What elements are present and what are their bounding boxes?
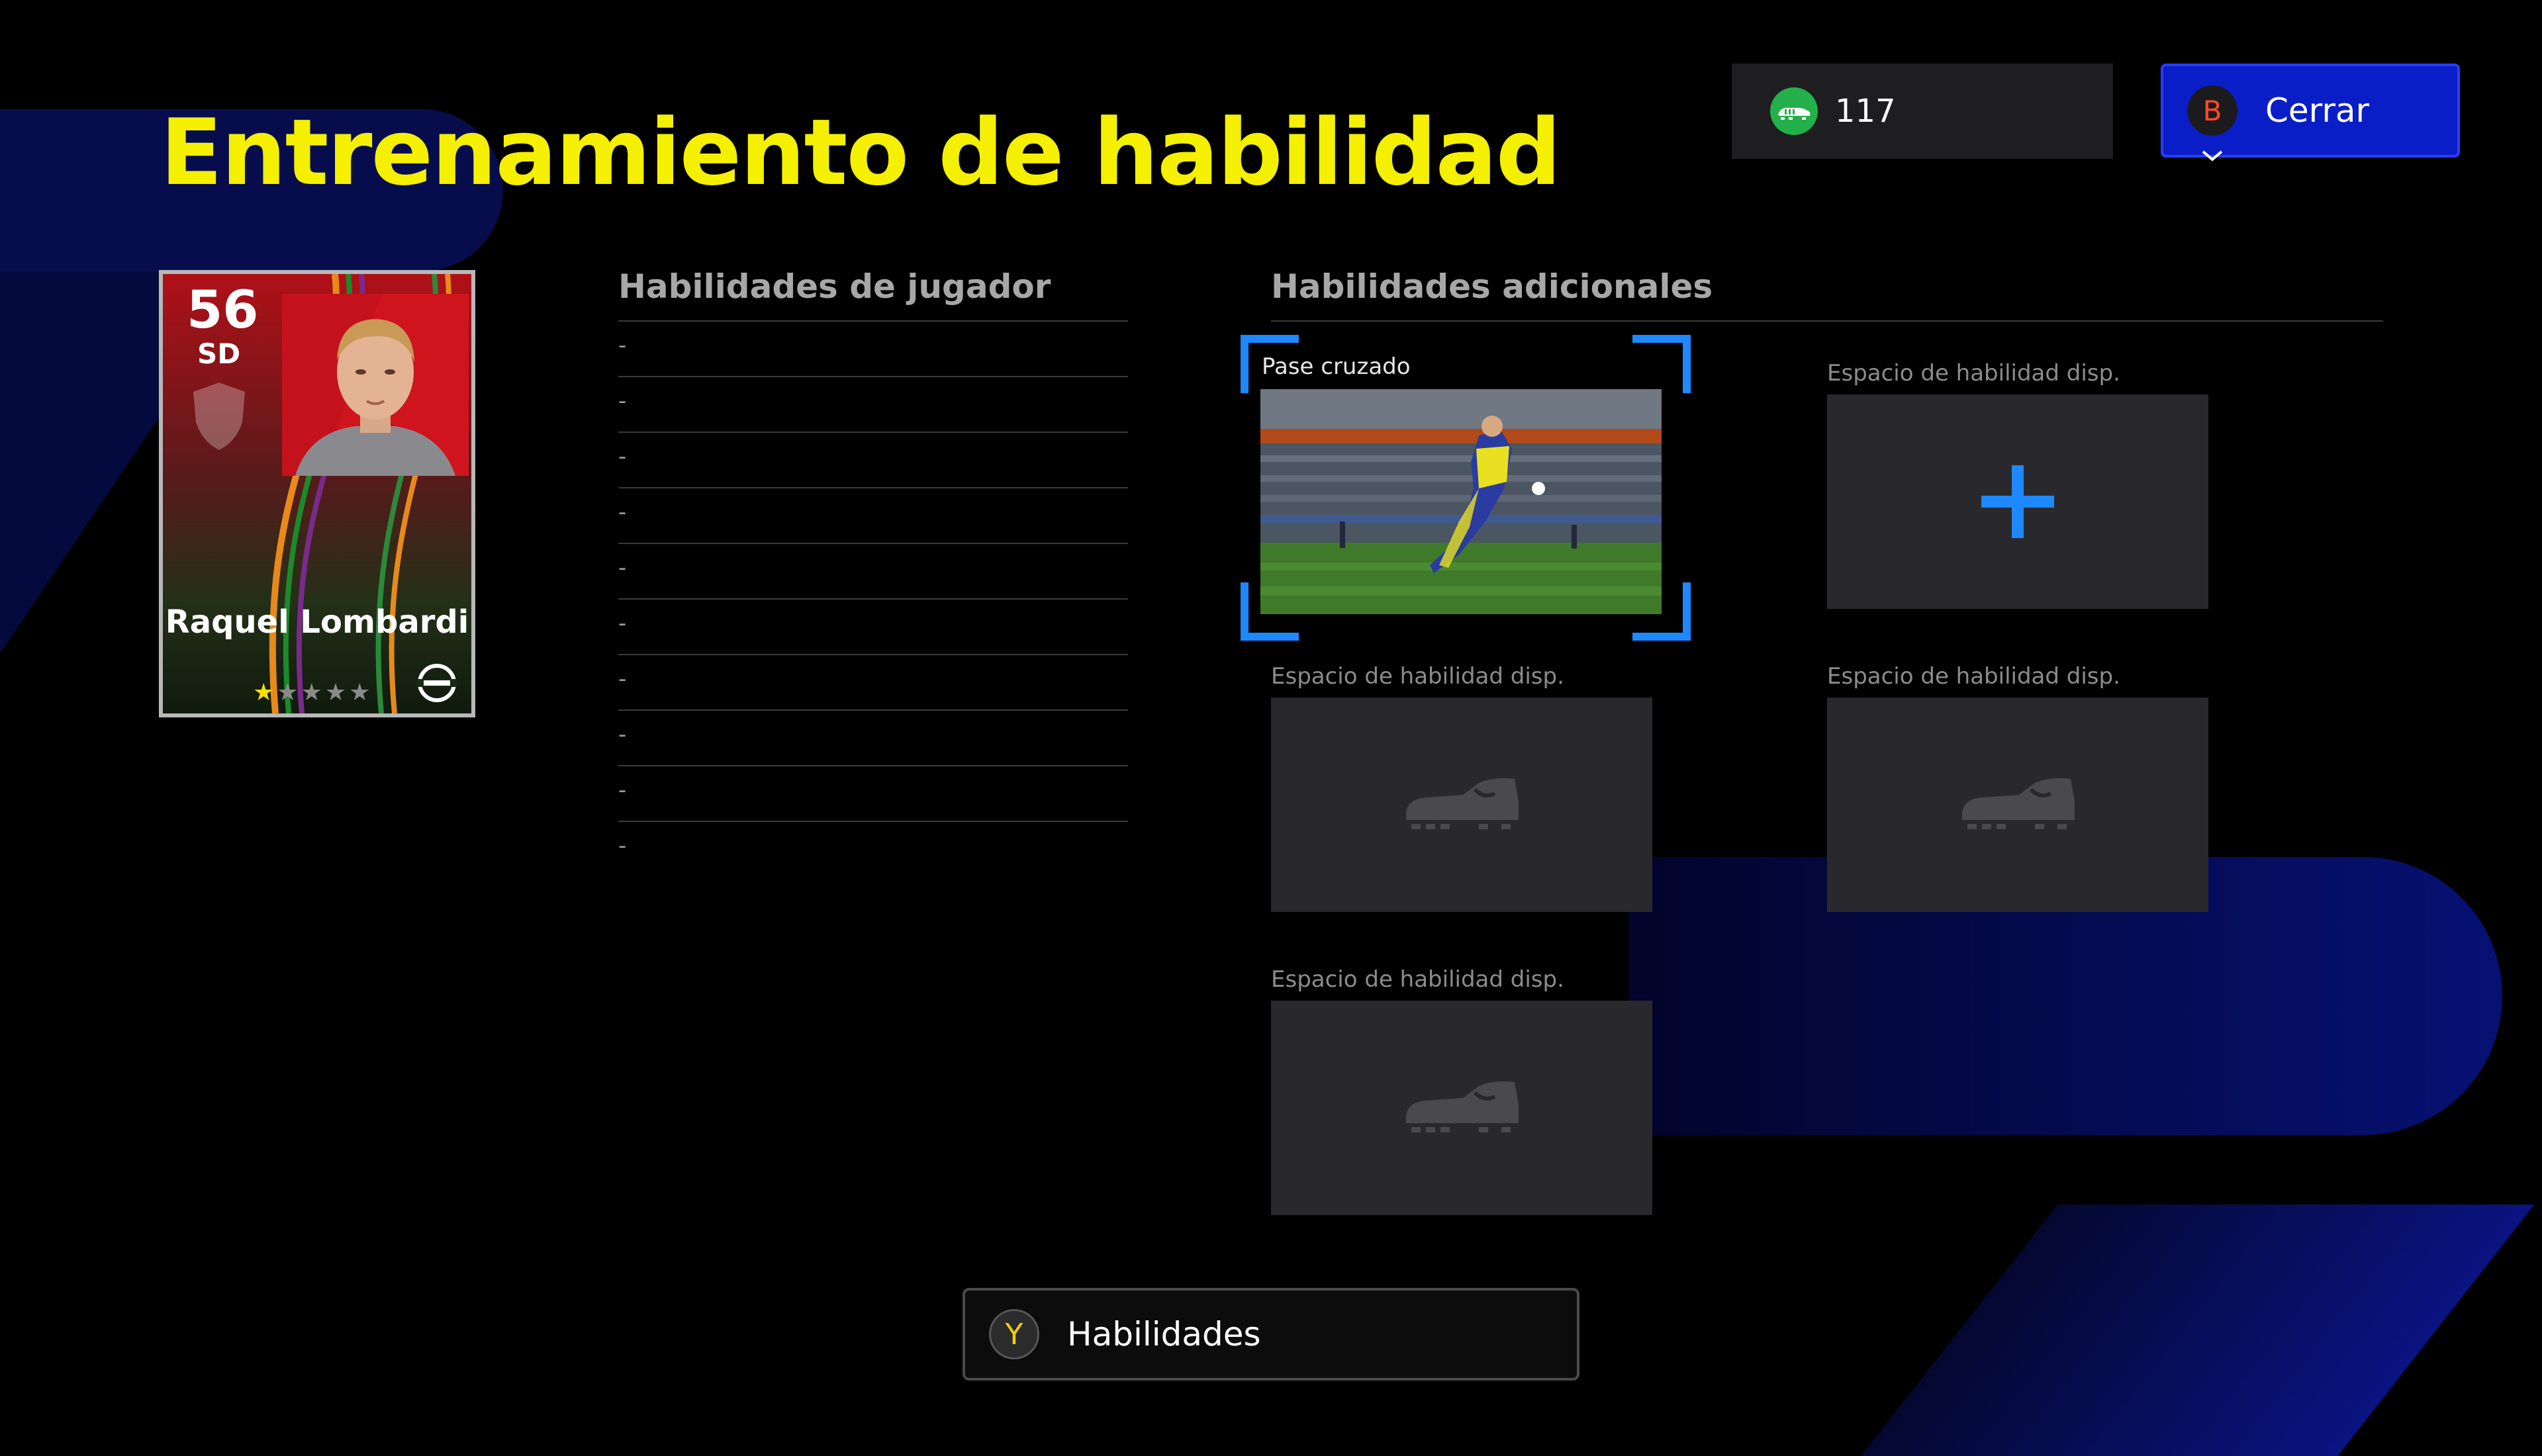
player-card[interactable]: 56 SD Raquel Lombardi ★★★★★ <box>159 270 475 717</box>
star-empty-icon: ★ <box>277 679 301 706</box>
player-skills-header: Habilidades de jugador <box>618 267 1051 306</box>
list-item: - <box>618 488 1128 544</box>
additional-skills-header: Habilidades adicionales <box>1271 267 1713 306</box>
list-item: - <box>618 433 1128 488</box>
skill-slot[interactable] <box>1827 698 2208 912</box>
star-empty-icon: ★ <box>349 679 373 706</box>
skill-slot-label: Espacio de habilidad disp. <box>1271 966 1564 993</box>
skill-slot-label: Espacio de habilidad disp. <box>1827 360 2120 387</box>
player-stars: ★★★★★ <box>253 679 373 706</box>
skills-button-label: Habilidades <box>1067 1315 1261 1353</box>
selection-corner-bottom-left <box>1241 582 1299 641</box>
y-button-key: Y <box>1005 1317 1023 1351</box>
background-diagonal-bottom <box>1861 1205 2535 1456</box>
player-name: Raquel Lombardi <box>165 604 469 641</box>
player-position: SD <box>197 338 241 370</box>
b-button-key: B <box>2202 94 2222 127</box>
list-item: - <box>618 600 1128 655</box>
add-skill-slot[interactable] <box>1827 394 2208 609</box>
club-shield-icon <box>193 383 245 450</box>
star-empty-icon: ★ <box>301 679 325 706</box>
chevron-down-icon <box>2202 150 2223 161</box>
skill-preview-image <box>1260 389 1662 614</box>
close-button[interactable]: B Cerrar <box>2161 64 2460 161</box>
skill-slot-label: Espacio de habilidad disp. <box>1827 663 2120 690</box>
skill-points-display: 117 <box>1732 64 2113 159</box>
list-item: - <box>618 322 1128 377</box>
skill-slot-label: Espacio de habilidad disp. <box>1271 663 1564 690</box>
list-item: - <box>618 711 1128 766</box>
selection-corner-top-left <box>1241 335 1299 393</box>
boot-icon <box>1406 778 1519 829</box>
list-item: - <box>618 377 1128 433</box>
selection-corner-top-right <box>1632 335 1691 393</box>
skill-slot[interactable] <box>1271 698 1652 912</box>
additional-skills-divider <box>1271 320 2383 322</box>
skill-points-count: 117 <box>1835 93 1896 130</box>
player-rating: 56 <box>187 281 259 340</box>
player-portrait <box>282 294 469 476</box>
boot-icon <box>1962 778 2075 829</box>
plus-icon <box>1981 465 2054 538</box>
y-button-icon: Y <box>989 1309 1039 1359</box>
skill-training-point-icon <box>1770 87 1818 135</box>
player-skills-list: - - - - - - - - - - <box>618 322 1128 878</box>
skills-button[interactable]: Y Habilidades <box>963 1288 1579 1381</box>
close-button-label: Cerrar <box>2265 91 2370 130</box>
page-title: Entrenamiento de habilidad <box>160 99 1561 206</box>
list-item: - <box>618 766 1128 822</box>
boot-icon <box>1406 1081 1519 1132</box>
skill-slot[interactable] <box>1271 1001 1652 1215</box>
list-item: - <box>618 833 627 859</box>
star-filled-icon: ★ <box>253 679 277 706</box>
selection-corner-bottom-right <box>1632 582 1691 641</box>
list-item: - <box>618 655 1128 711</box>
selected-skill-slot[interactable] <box>1260 389 1662 614</box>
list-item: - <box>618 544 1128 600</box>
efootball-logo-icon <box>417 664 457 702</box>
b-button-icon: B <box>2187 85 2237 161</box>
star-empty-icon: ★ <box>324 679 350 706</box>
